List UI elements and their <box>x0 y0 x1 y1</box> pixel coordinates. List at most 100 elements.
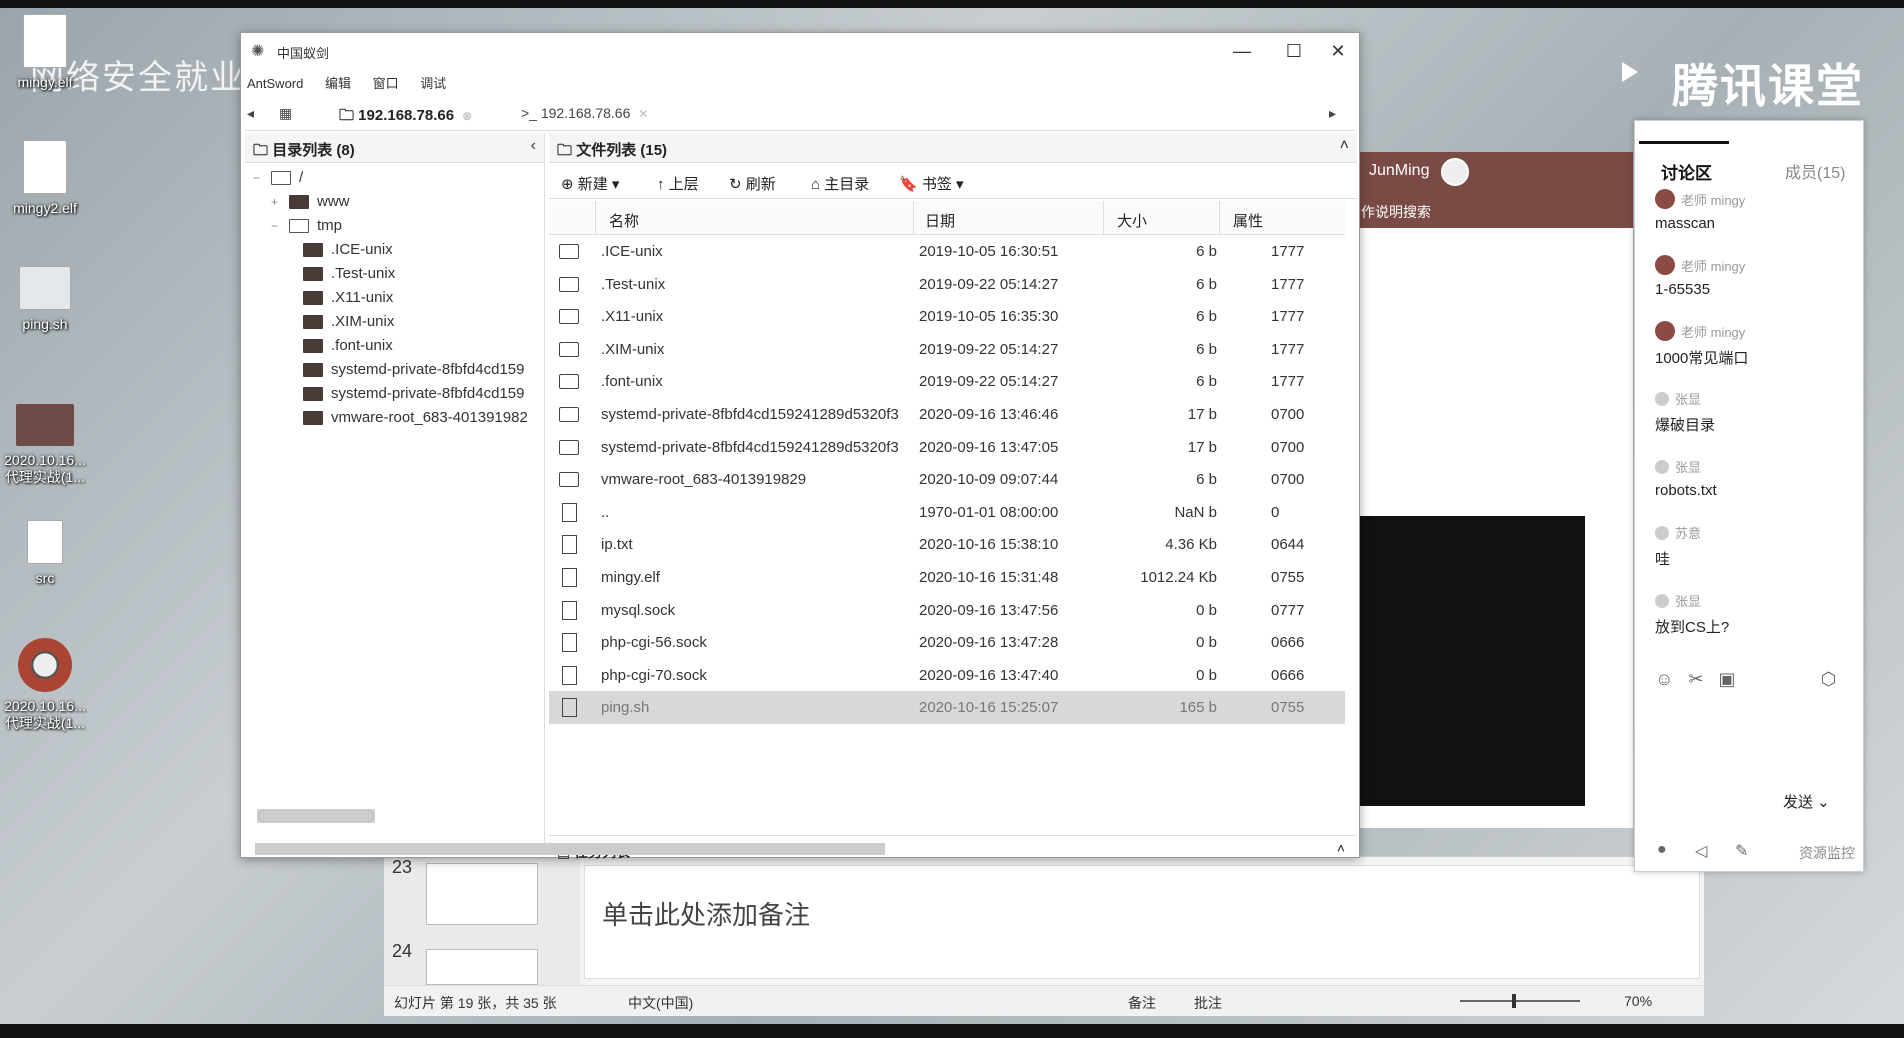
file-row[interactable]: .. 1970-01-01 08:00:00 NaN b 0 <box>549 496 1345 529</box>
slide-thumbnail[interactable] <box>426 949 538 985</box>
home-directory-button[interactable]: ⌂ 主目录 <box>811 173 869 194</box>
speaker-icon[interactable]: ◁ <box>1695 841 1707 861</box>
desktop-file-src[interactable]: src <box>0 520 90 587</box>
tab-members[interactable]: 成员(15) <box>1785 159 1845 183</box>
message-author: 张显 <box>1675 594 1702 609</box>
slide-thumbnail[interactable] <box>426 863 538 925</box>
window-horizontal-scrollbar[interactable] <box>255 843 885 855</box>
tree-node-systemd-2[interactable]: systemd-private-8fbfd4cd159 <box>303 385 524 402</box>
tree-node-xim-unix[interactable]: .XIM-unix <box>303 313 394 330</box>
close-button[interactable]: ✕ <box>1315 37 1361 65</box>
file-row[interactable]: php-cgi-70.sock 2020-09-16 13:47:40 0 b 066… <box>549 659 1345 692</box>
tree-node-tmp[interactable]: − tmp <box>271 217 342 234</box>
minimize-button[interactable]: — <box>1219 37 1265 65</box>
folder-icon <box>559 276 579 292</box>
tab-discussion[interactable]: 讨论区 <box>1639 141 1729 184</box>
file-name: vmware-root_683-4013919829 <box>601 471 807 489</box>
tree-node-root[interactable]: − / <box>253 169 303 186</box>
column-name[interactable]: 名称 <box>609 210 639 231</box>
play-icon[interactable] <box>1622 62 1638 82</box>
column-size[interactable]: 大小 <box>1117 210 1147 231</box>
close-icon[interactable]: ⊗ <box>462 109 472 123</box>
zoom-slider-handle[interactable] <box>1512 994 1516 1008</box>
file-row[interactable]: .XIM-unix 2019-09-22 05:14:27 6 b 1777 <box>549 333 1345 366</box>
column-date[interactable]: 日期 <box>925 210 955 231</box>
file-date: 2020-09-16 13:47:40 <box>919 666 1059 684</box>
menu-window[interactable]: 窗口 <box>373 76 399 91</box>
settings-icon[interactable]: ⬡ <box>1821 669 1837 689</box>
tree-node-font-unix[interactable]: .font-unix <box>303 337 393 354</box>
chat-message: 张显 爆破目录 <box>1655 389 1715 435</box>
emoji-icon[interactable]: ☺ <box>1655 669 1673 689</box>
file-row[interactable]: mingy.elf 2020-10-16 15:31:48 1012.24 Kb 07… <box>549 561 1345 594</box>
file-row[interactable]: .ICE-unix 2019-10-05 16:30:51 6 b 1777 <box>549 235 1345 268</box>
grid-home-icon[interactable]: ▦ <box>279 105 292 122</box>
file-row[interactable]: .Test-unix 2019-09-22 05:14:27 6 b 1777 <box>549 268 1345 301</box>
resource-monitor-link[interactable]: 资源监控 <box>1799 843 1855 863</box>
refresh-button[interactable]: ↻ 刷新 <box>729 173 776 194</box>
window-title: 中国蚁剑 <box>277 46 330 61</box>
tree-node-systemd-1[interactable]: systemd-private-8fbfd4cd159 <box>303 361 524 378</box>
zoom-level[interactable]: 70% <box>1624 993 1652 1009</box>
avatar <box>1655 321 1675 341</box>
tab-scroll-right-icon[interactable]: ▸ <box>1329 105 1336 122</box>
desktop-presentation-1[interactable]: 2020.10.16... 代理实战(1... <box>0 404 90 486</box>
language-indicator[interactable]: 中文(中国) <box>628 993 693 1013</box>
menu-debug[interactable]: 调试 <box>420 76 446 91</box>
scissors-icon[interactable]: ✂ <box>1688 669 1703 689</box>
tab-file-manager[interactable]: 🗀 192.168.78.66 ⊗ <box>339 105 472 130</box>
window-titlebar[interactable]: ✺ 中国蚁剑 — ☐ ✕ <box>241 33 1359 69</box>
zoom-slider[interactable] <box>1460 1000 1580 1002</box>
file-date: 2019-09-22 05:14:27 <box>919 340 1059 358</box>
image-icon[interactable]: ▣ <box>1719 669 1736 689</box>
desktop-icon-label: src <box>35 570 55 586</box>
menu-antsword[interactable]: AntSword <box>247 76 303 91</box>
desktop-file-mingy2-elf[interactable]: mingy2.elf <box>0 140 90 217</box>
directory-horizontal-scrollbar[interactable] <box>257 809 375 823</box>
desktop-file-mingy-elf[interactable]: mingy.elf <box>0 14 90 91</box>
chat-message: 张显 robots.txt <box>1655 457 1717 499</box>
comments-button[interactable]: 批注 <box>1194 993 1222 1013</box>
desktop-presentation-2[interactable]: 2020.10.16... 代理实战(1... <box>0 638 90 732</box>
file-row[interactable]: ip.txt 2020-10-16 15:38:10 4.36 Kb 0644 <box>549 528 1345 561</box>
file-row[interactable]: php-cgi-56.sock 2020-09-16 13:47:28 0 b 066… <box>549 626 1345 659</box>
tab-terminal[interactable]: >_ 192.168.78.66 ✕ <box>521 105 648 121</box>
collapse-up-icon[interactable]: ˄ <box>1337 840 1345 856</box>
chat-message: 老师 mingy 1000常见端口 <box>1655 321 1748 368</box>
directory-pane-header: 🗀 目录列表 (8) ‹ <box>245 133 544 163</box>
collapse-left-icon[interactable]: ‹ <box>531 137 536 155</box>
tree-node-test-unix[interactable]: .Test-unix <box>303 265 395 282</box>
slides-status-bar: 幻灯片 第 19 张，共 35 张 中文(中国) 备注 批注 70% <box>384 985 1704 1015</box>
file-row[interactable]: mysql.sock 2020-09-16 13:47:56 0 b 0777 <box>549 594 1345 627</box>
new-button[interactable]: ⊕ 新建 ▾ <box>561 173 619 194</box>
tab-scroll-left-icon[interactable]: ◂ <box>247 105 254 122</box>
pen-icon[interactable]: ✎ <box>1735 841 1748 861</box>
file-row[interactable]: systemd-private-8fbfd4cd159241289d5320f3… <box>549 431 1345 464</box>
file-row[interactable]: .X11-unix 2019-10-05 16:35:30 6 b 1777 <box>549 300 1345 333</box>
menu-edit[interactable]: 编辑 <box>325 76 351 91</box>
collapse-up-icon[interactable]: ˄ <box>1340 137 1349 155</box>
tree-node-x11-unix[interactable]: .X11-unix <box>303 289 393 306</box>
tree-node-vmware-root[interactable]: vmware-root_683-401391982 <box>303 409 528 426</box>
file-row[interactable]: .font-unix 2019-09-22 05:14:27 6 b 1777 <box>549 365 1345 398</box>
column-attributes[interactable]: 属性 <box>1233 210 1263 231</box>
tree-node-www[interactable]: + www <box>271 193 350 210</box>
notes-placeholder[interactable]: 单击此处添加备注 <box>602 895 810 932</box>
send-button[interactable]: 发送 ⌄ <box>1783 791 1830 812</box>
desktop-file-ping-sh[interactable]: ping.sh <box>0 266 90 333</box>
file-row[interactable]: vmware-root_683-4013919829 2020-10-09 09:… <box>549 463 1345 496</box>
file-row[interactable]: systemd-private-8fbfd4cd159241289d5320f3… <box>549 398 1345 431</box>
slides-app: 23 24 单击此处添加备注 幻灯片 第 19 张，共 35 张 中文(中国) … <box>384 856 1704 1016</box>
close-icon[interactable]: ✕ <box>638 107 648 121</box>
file-row[interactable]: ping.sh 2020-10-16 15:25:07 165 b 0755 <box>549 691 1345 724</box>
file-size: 6 b <box>1196 308 1217 326</box>
microphone-icon[interactable]: ● <box>1657 841 1667 859</box>
tree-node-ice-unix[interactable]: .ICE-unix <box>303 241 393 258</box>
bookmark-button[interactable]: 🔖 书签 ▾ <box>899 173 964 194</box>
maximize-button[interactable]: ☐ <box>1271 37 1317 65</box>
desktop-icon-label: ping.sh <box>22 316 68 332</box>
file-name: ip.txt <box>601 536 633 554</box>
file-table: 名称 日期 大小 属性 .ICE-unix 2019-10-05 16:30:51… <box>549 201 1345 724</box>
notes-button[interactable]: 备注 <box>1128 993 1156 1013</box>
up-level-button[interactable]: ↑ 上层 <box>657 173 699 194</box>
